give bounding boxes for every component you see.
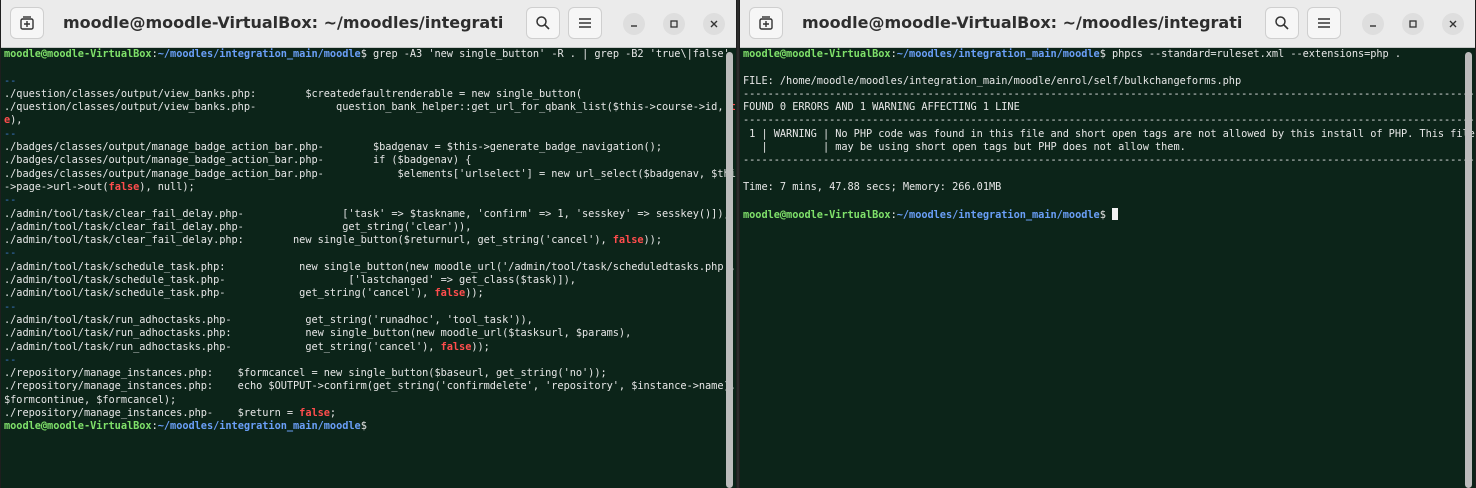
output-line: ./repository/manage_instances.php: $form… <box>4 367 607 380</box>
prompt-user: moodle@moodle-VirtualBox <box>743 208 891 221</box>
output-line: ./admin/tool/task/schedule_task.php- ['l… <box>4 274 576 287</box>
output-line: | | may be using short open tags but PHP… <box>743 141 1186 154</box>
output-line: ./badges/classes/output/manage_badge_act… <box>4 167 736 180</box>
hamburger-menu-icon <box>1317 17 1331 29</box>
menu-button[interactable] <box>568 7 602 39</box>
command-text: grep -A3 'new single_button' -R . | grep… <box>366 48 730 60</box>
maximize-button[interactable] <box>663 13 685 35</box>
final-prompt-line: moodle@moodle-VirtualBox:~/moodles/integ… <box>743 207 1475 221</box>
keyword-highlight: false <box>440 340 472 353</box>
maximize-icon <box>669 19 679 29</box>
terminal-window-left: moodle@moodle-VirtualBox: ~/moodles/inte… <box>0 0 737 488</box>
keyword-highlight: false <box>612 234 644 247</box>
output-line: ----------------------------------------… <box>743 154 1475 167</box>
hamburger-menu-icon <box>578 17 592 29</box>
window-title: moodle@moodle-VirtualBox: ~/moodles/inte… <box>802 13 1242 32</box>
close-button[interactable] <box>703 13 725 35</box>
output-line: ./admin/tool/task/clear_fail_delay.php: … <box>4 234 662 247</box>
title-bar[interactable]: moodle@moodle-VirtualBox: ~/moodles/inte… <box>1 0 736 48</box>
window-title: moodle@moodle-VirtualBox: ~/moodles/inte… <box>63 13 503 32</box>
prompt-dollar: $ <box>360 420 367 433</box>
command-line: moodle@moodle-VirtualBox:~/moodles/integ… <box>4 48 736 61</box>
close-button[interactable] <box>1442 13 1464 35</box>
new-tab-icon <box>19 15 35 31</box>
output-line: ./badges/classes/output/manage_badge_act… <box>4 141 662 154</box>
output-line: ->page->url->out(false), null); <box>4 180 195 193</box>
output-line: ./repository/manage_instances.php: echo … <box>4 380 736 393</box>
output-line: e), <box>4 114 23 127</box>
output-line: -- <box>4 74 17 87</box>
new-tab-button[interactable] <box>749 7 783 39</box>
new-tab-button[interactable] <box>10 7 44 39</box>
output-line: ./admin/tool/task/schedule_task.php: new… <box>4 260 736 273</box>
minimize-button[interactable] <box>623 13 645 35</box>
minimize-button[interactable] <box>1362 13 1384 35</box>
terminal-window-right: moodle@moodle-VirtualBox: ~/moodles/inte… <box>739 0 1476 488</box>
terminal-area[interactable]: moodle@moodle-VirtualBox:~/moodles/integ… <box>740 48 1475 488</box>
output-line: ./admin/tool/task/run_adhoctasks.php- ge… <box>4 340 490 353</box>
prompt-path: ~/moodles/integration_main/moodle <box>896 48 1100 60</box>
output-line: 1 | WARNING | No PHP code was found in t… <box>743 127 1475 140</box>
prompt-path: ~/moodles/integration_main/moodle <box>896 208 1100 221</box>
close-icon <box>1448 19 1458 29</box>
minimize-icon <box>1368 19 1378 29</box>
scrollbar[interactable] <box>1465 52 1472 488</box>
prompt-user: moodle@moodle-VirtualBox <box>4 48 152 60</box>
output-line: ./repository/manage_instances.php- $retu… <box>4 407 337 420</box>
search-button[interactable] <box>1265 7 1299 39</box>
output-line: ./admin/tool/task/run_adhoctasks.php: ne… <box>4 327 632 340</box>
output-line: ./admin/tool/task/schedule_task.php- get… <box>4 287 484 300</box>
output-line: -- <box>4 353 17 366</box>
new-tab-icon <box>758 15 774 31</box>
output-line: $formcontinue, $formcancel); <box>4 393 177 406</box>
output-line: ----------------------------------------… <box>743 87 1475 100</box>
output-line: Time: 7 mins, 47.88 secs; Memory: 266.01… <box>743 180 1002 193</box>
output-line: ./question/classes/output/view_banks.php… <box>4 101 736 114</box>
command-text: phpcs --standard=ruleset.xml --extension… <box>1105 48 1402 60</box>
search-icon <box>1274 15 1290 31</box>
output-line: -- <box>4 127 17 140</box>
output-line: ./admin/tool/task/clear_fail_delay.php- … <box>4 220 472 233</box>
keyword-highlight: false <box>108 180 140 193</box>
terminal-output: moodle@moodle-VirtualBox:~/moodles/integ… <box>740 48 1475 221</box>
maximize-icon <box>1408 19 1418 29</box>
search-icon <box>535 15 551 31</box>
prompt-path: ~/moodles/integration_main/moodle <box>157 420 361 433</box>
scrollbar[interactable] <box>726 52 733 488</box>
keyword-highlight: e <box>4 114 11 127</box>
prompt-user: moodle@moodle-VirtualBox <box>743 48 891 60</box>
search-button[interactable] <box>526 7 560 39</box>
output-line: -- <box>4 247 17 260</box>
output-line: FILE: /home/moodle/moodles/integration_m… <box>743 74 1242 87</box>
menu-button[interactable] <box>1307 7 1341 39</box>
output-line: ./badges/classes/output/manage_badge_act… <box>4 154 472 167</box>
command-line: moodle@moodle-VirtualBox:~/moodles/integ… <box>743 48 1475 61</box>
final-prompt-line: moodle@moodle-VirtualBox:~/moodles/integ… <box>4 420 736 433</box>
output-line: ./admin/tool/task/run_adhoctasks.php- ge… <box>4 313 533 326</box>
prompt-user: moodle@moodle-VirtualBox <box>4 420 152 433</box>
terminal-area[interactable]: moodle@moodle-VirtualBox:~/moodles/integ… <box>1 48 736 488</box>
keyword-highlight: false <box>299 407 330 420</box>
keyword-highlight: false <box>434 287 466 300</box>
output-line: -- <box>4 194 17 207</box>
output-line: -- <box>4 300 17 313</box>
output-line: ----------------------------------------… <box>743 114 1475 127</box>
minimize-icon <box>629 19 639 29</box>
prompt-dollar: $ <box>1099 208 1106 221</box>
prompt-path: ~/moodles/integration_main/moodle <box>157 48 361 60</box>
close-icon <box>709 19 719 29</box>
title-bar[interactable]: moodle@moodle-VirtualBox: ~/moodles/inte… <box>740 0 1475 48</box>
output-line: FOUND 0 ERRORS AND 1 WARNING AFFECTING 1… <box>743 101 1020 114</box>
maximize-button[interactable] <box>1402 13 1424 35</box>
output-line: ./question/classes/output/view_banks.php… <box>4 87 583 100</box>
terminal-output: moodle@moodle-VirtualBox:~/moodles/integ… <box>1 48 736 434</box>
output-line: ./admin/tool/task/clear_fail_delay.php- … <box>4 207 730 220</box>
text-cursor <box>1112 207 1118 220</box>
